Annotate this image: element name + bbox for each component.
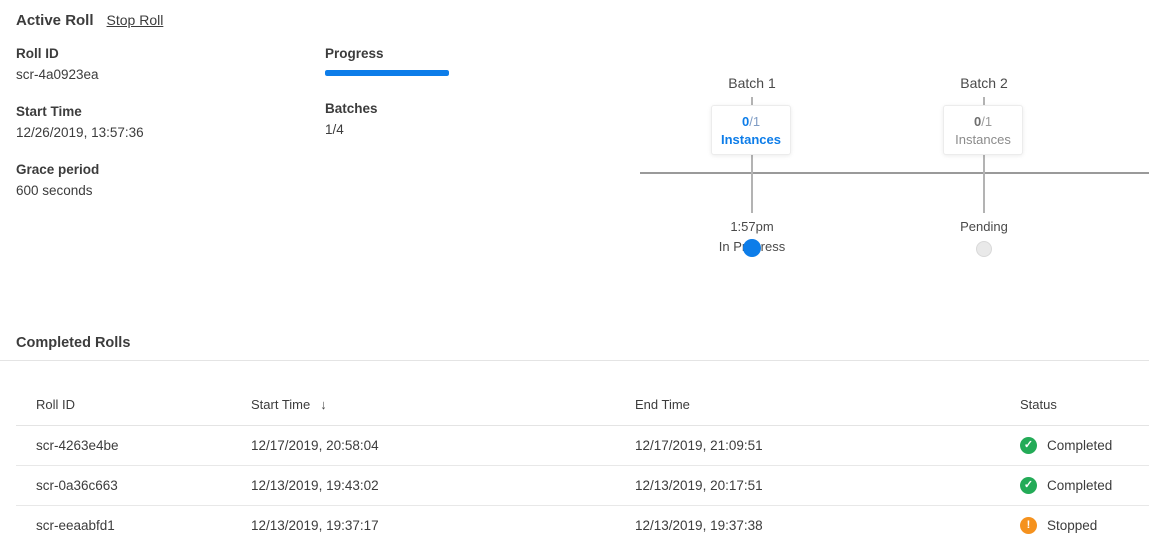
cell-start-time: 12/17/2019, 20:58:04 [251,438,635,453]
progress-label: Progress [325,46,475,61]
table-row[interactable]: scr-0a36c663 12/13/2019, 19:43:02 12/13/… [16,466,1149,506]
completed-rolls-table: Roll ID Start Time ↓ End Time Status scr… [16,361,1149,545]
batch-2-instances-label: Instances [955,132,1011,147]
cell-start-time: 12/13/2019, 19:43:02 [251,478,635,493]
cell-roll-id: scr-0a36c663 [36,478,251,493]
batch-2-status-label: Pending [904,219,1064,234]
batch-1-timeline-dot [743,239,761,257]
roll-dashboard: Active Roll Stop Roll Roll ID scr-4a0923… [0,0,1149,545]
status-stopped-icon: ! [1020,517,1037,534]
field-start-time-label: Start Time [16,104,144,119]
column-header-end-time-label: End Time [635,397,690,412]
column-header-status-label: Status [1020,397,1057,412]
cell-end-time: 12/17/2019, 21:09:51 [635,438,1020,453]
column-header-status[interactable]: Status [1020,397,1149,412]
batches-label: Batches [325,101,475,116]
column-header-start-time[interactable]: Start Time ↓ [251,397,635,412]
cell-end-time: 12/13/2019, 19:37:38 [635,518,1020,533]
field-start-time: Start Time 12/26/2019, 13:57:36 [16,104,144,140]
field-grace-period-label: Grace period [16,162,144,177]
timeline-batch-2: Batch 2 0/1 Instances Pending [924,75,1044,265]
status-label: Completed [1047,478,1112,493]
cell-end-time: 12/13/2019, 20:17:51 [635,478,1020,493]
batch-2-timeline-dot [976,241,992,257]
table-header-row: Roll ID Start Time ↓ End Time Status [16,361,1149,426]
table-row[interactable]: scr-4263e4be 12/17/2019, 20:58:04 12/17/… [16,426,1149,466]
cell-status: ✓ Completed [1020,477,1149,494]
status-label: Stopped [1047,518,1097,533]
active-roll-title: Active Roll [16,12,94,29]
field-grace-period: Grace period 600 seconds [16,162,144,198]
batch-2-instances-card: 0/1 Instances [943,105,1023,155]
progress-column: Progress Batches 1/4 [325,46,475,137]
progress-bar [325,70,449,76]
column-header-roll-id-label: Roll ID [36,397,75,412]
field-roll-id-label: Roll ID [16,46,144,61]
field-roll-id-value: scr-4a0923ea [16,67,144,82]
cell-start-time: 12/13/2019, 19:37:17 [251,518,635,533]
timeline-batch-1: Batch 1 0/1 Instances 1:57pm In Progress [692,75,812,265]
batch-2-instances-count: 0/1 [974,114,992,129]
batch-1-instances-card[interactable]: 0/1 Instances [711,105,791,155]
batch-1-instances-total: 1 [753,114,760,129]
batch-1-instances-label: Instances [721,132,781,147]
completed-rolls-title: Completed Rolls [16,335,130,351]
batches-value: 1/4 [325,122,475,137]
batch-1-name: Batch 1 [692,75,812,91]
column-header-end-time[interactable]: End Time [635,397,1020,412]
status-completed-icon: ✓ [1020,437,1037,454]
table-row[interactable]: scr-eeaabfd1 12/13/2019, 19:37:17 12/13/… [16,506,1149,545]
batch-1-instances-count: 0/1 [742,114,760,129]
active-roll-header: Active Roll Stop Roll [16,12,163,29]
status-completed-icon: ✓ [1020,477,1037,494]
cell-roll-id: scr-eeaabfd1 [36,518,251,533]
cell-status: ! Stopped [1020,517,1149,534]
cell-roll-id: scr-4263e4be [36,438,251,453]
batch-2-name: Batch 2 [924,75,1044,91]
status-label: Completed [1047,438,1112,453]
column-header-roll-id[interactable]: Roll ID [36,397,251,412]
active-roll-details: Roll ID scr-4a0923ea Start Time 12/26/20… [16,46,144,220]
sort-descending-icon[interactable]: ↓ [320,397,327,412]
column-header-start-time-label: Start Time [251,397,310,412]
field-roll-id: Roll ID scr-4a0923ea [16,46,144,82]
progress-bar-fill [325,70,449,76]
stop-roll-link[interactable]: Stop Roll [107,12,164,28]
batch-2-instances-total: 1 [985,114,992,129]
cell-status: ✓ Completed [1020,437,1149,454]
field-grace-period-value: 600 seconds [16,183,144,198]
field-start-time-value: 12/26/2019, 13:57:36 [16,125,144,140]
batch-1-time-label: 1:57pm [672,219,832,234]
